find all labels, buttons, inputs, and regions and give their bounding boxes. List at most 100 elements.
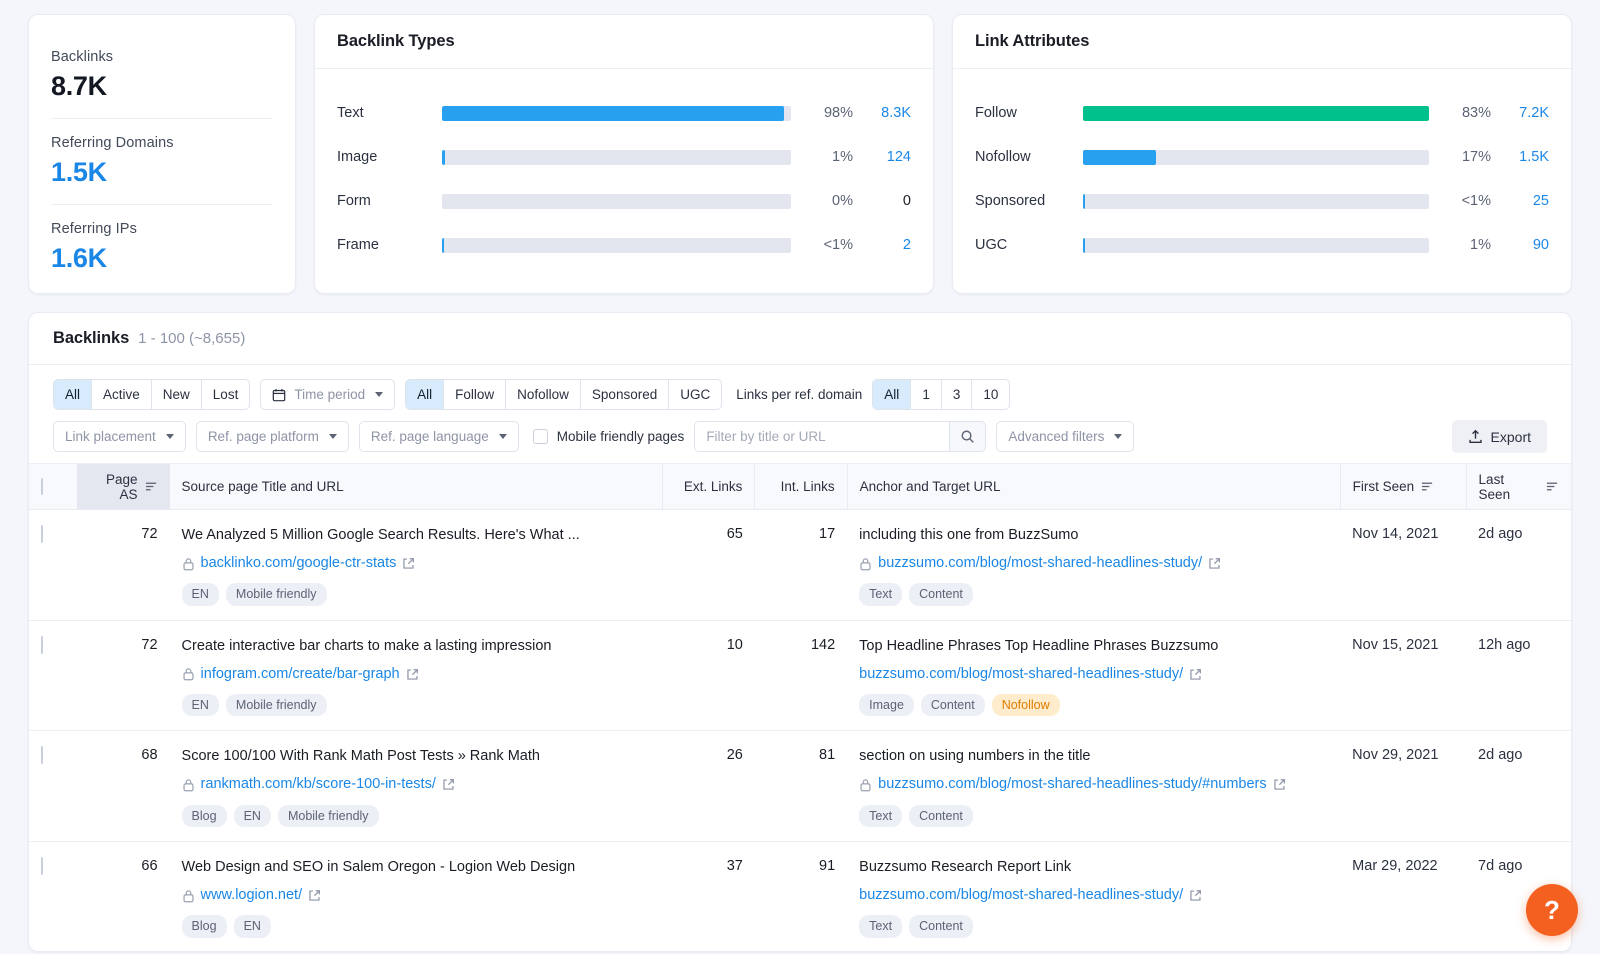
link-placement-label: Link placement bbox=[65, 429, 156, 444]
external-link-icon[interactable] bbox=[1273, 778, 1286, 791]
row-checkbox[interactable] bbox=[41, 746, 43, 764]
bar-track bbox=[442, 238, 791, 253]
source-url-link[interactable]: backlinko.com/google-ctr-stats bbox=[201, 554, 397, 574]
bar-count[interactable]: 7.2K bbox=[1491, 105, 1549, 121]
source-url-link[interactable]: www.logion.net/ bbox=[201, 886, 303, 906]
select-all-header bbox=[29, 464, 77, 510]
bar-fill bbox=[1083, 194, 1085, 209]
source-url-link[interactable]: rankmath.com/kb/score-100-in-tests/ bbox=[201, 775, 436, 795]
status-filter-active[interactable]: Active bbox=[92, 380, 152, 409]
tag[interactable]: EN bbox=[182, 583, 219, 605]
target-url-link[interactable]: buzzsumo.com/blog/most-shared-headlines-… bbox=[859, 886, 1183, 906]
row-checkbox[interactable] bbox=[41, 636, 43, 654]
source-url-link[interactable]: infogram.com/create/bar-graph bbox=[201, 665, 400, 685]
column-first-seen[interactable]: First Seen bbox=[1340, 464, 1466, 510]
tag[interactable]: Content bbox=[909, 915, 973, 937]
mobile-friendly-label: Mobile friendly pages bbox=[557, 429, 685, 444]
last-seen-cell: 2d ago bbox=[1466, 731, 1571, 842]
anchor-text: Buzzsumo Research Report Link bbox=[859, 858, 1328, 877]
mobile-friendly-checkbox[interactable]: Mobile friendly pages bbox=[533, 429, 685, 444]
export-button[interactable]: Export bbox=[1452, 420, 1547, 453]
links-per-domain-1[interactable]: 1 bbox=[911, 380, 942, 409]
attr-filter-follow[interactable]: Follow bbox=[444, 380, 506, 409]
source-page-title: Score 100/100 With Rank Math Post Tests … bbox=[182, 747, 651, 766]
status-filter-all[interactable]: All bbox=[54, 380, 92, 409]
attr-filter-all[interactable]: All bbox=[406, 380, 444, 409]
tag[interactable]: Image bbox=[859, 694, 914, 716]
links-per-domain-10[interactable]: 10 bbox=[972, 380, 1009, 409]
link-attributes-title: Link Attributes bbox=[953, 15, 1571, 69]
bar-label: Sponsored bbox=[975, 193, 1083, 209]
tag[interactable]: Content bbox=[909, 583, 973, 605]
tag[interactable]: EN bbox=[182, 694, 219, 716]
tag[interactable]: Mobile friendly bbox=[226, 694, 327, 716]
links-per-domain-all[interactable]: All bbox=[873, 380, 911, 409]
sort-icon[interactable] bbox=[1421, 480, 1434, 493]
links-per-domain-3[interactable]: 3 bbox=[942, 380, 973, 409]
search-box[interactable] bbox=[694, 421, 986, 452]
search-button[interactable] bbox=[949, 422, 985, 451]
row-checkbox[interactable] bbox=[41, 525, 43, 543]
tag[interactable]: Text bbox=[859, 915, 902, 937]
tag[interactable]: Mobile friendly bbox=[226, 583, 327, 605]
tag[interactable]: Text bbox=[859, 805, 902, 827]
tag[interactable]: Blog bbox=[182, 805, 227, 827]
tag[interactable]: EN bbox=[234, 805, 271, 827]
checkbox-box[interactable] bbox=[533, 429, 548, 444]
last-seen-cell: 2d ago bbox=[1466, 510, 1571, 621]
last-seen-cell: 12h ago bbox=[1466, 620, 1571, 731]
tag[interactable]: Blog bbox=[182, 915, 227, 937]
table-row: 72 We Analyzed 5 Million Google Search R… bbox=[29, 510, 1571, 621]
tag[interactable]: Content bbox=[909, 805, 973, 827]
bar-count[interactable]: 1.5K bbox=[1491, 149, 1549, 165]
attr-filter-ugc[interactable]: UGC bbox=[669, 380, 721, 409]
tag[interactable]: Text bbox=[859, 583, 902, 605]
external-link-icon[interactable] bbox=[402, 557, 415, 570]
target-url-link[interactable]: buzzsumo.com/blog/most-shared-headlines-… bbox=[859, 665, 1183, 685]
column-page-as[interactable]: Page AS bbox=[77, 464, 169, 510]
bar-count[interactable]: 2 bbox=[853, 237, 911, 253]
tag[interactable]: EN bbox=[234, 915, 271, 937]
status-filter-new[interactable]: New bbox=[152, 380, 202, 409]
link-attributes-card: Link Attributes Follow 83% 7.2K Nofollow… bbox=[952, 14, 1572, 294]
row-checkbox[interactable] bbox=[41, 857, 43, 875]
sort-icon[interactable] bbox=[1546, 480, 1559, 493]
column-anchor-target: Anchor and Target URL bbox=[847, 464, 1340, 510]
column-last-seen[interactable]: Last Seen bbox=[1466, 464, 1571, 510]
tag-nofollow[interactable]: Nofollow bbox=[992, 694, 1060, 716]
sort-icon[interactable] bbox=[145, 480, 158, 493]
external-link-icon[interactable] bbox=[406, 668, 419, 681]
external-link-icon[interactable] bbox=[1208, 557, 1221, 570]
first-seen-cell: Nov 15, 2021 bbox=[1340, 620, 1466, 731]
tag[interactable]: Mobile friendly bbox=[278, 805, 379, 827]
select-all-checkbox[interactable] bbox=[41, 478, 43, 495]
external-link-icon[interactable] bbox=[308, 889, 321, 902]
attr-filter-sponsored[interactable]: Sponsored bbox=[581, 380, 669, 409]
target-url-link[interactable]: buzzsumo.com/blog/most-shared-headlines-… bbox=[878, 554, 1202, 574]
ref-page-language-dropdown[interactable]: Ref. page language bbox=[359, 421, 519, 452]
status-filter-lost[interactable]: Lost bbox=[202, 380, 250, 409]
bar-count[interactable]: 90 bbox=[1491, 237, 1549, 253]
bar-track bbox=[442, 150, 791, 165]
time-period-dropdown[interactable]: Time period bbox=[260, 379, 395, 410]
target-url-link[interactable]: buzzsumo.com/blog/most-shared-headlines-… bbox=[878, 775, 1266, 795]
attr-filter-nofollow[interactable]: Nofollow bbox=[506, 380, 581, 409]
external-link-icon[interactable] bbox=[1189, 668, 1202, 681]
ref-page-platform-dropdown[interactable]: Ref. page platform bbox=[196, 421, 349, 452]
summary-value[interactable]: 1.5K bbox=[51, 157, 273, 188]
advanced-filters-dropdown[interactable]: Advanced filters bbox=[996, 421, 1134, 452]
help-button[interactable]: ? bbox=[1526, 884, 1578, 936]
bar-count[interactable]: 124 bbox=[853, 149, 911, 165]
external-link-icon[interactable] bbox=[1189, 889, 1202, 902]
external-link-icon[interactable] bbox=[442, 778, 455, 791]
bar-percent: 17% bbox=[1429, 149, 1491, 165]
link-placement-dropdown[interactable]: Link placement bbox=[53, 421, 186, 452]
bar-percent: 1% bbox=[1429, 237, 1491, 253]
page-as-cell: 68 bbox=[77, 731, 169, 842]
tag[interactable]: Content bbox=[921, 694, 985, 716]
bar-count[interactable]: 8.3K bbox=[853, 105, 911, 121]
source-url-line: backlinko.com/google-ctr-stats bbox=[182, 554, 651, 574]
bar-count[interactable]: 25 bbox=[1491, 193, 1549, 209]
summary-value[interactable]: 1.6K bbox=[51, 243, 273, 274]
search-input[interactable] bbox=[695, 422, 949, 451]
